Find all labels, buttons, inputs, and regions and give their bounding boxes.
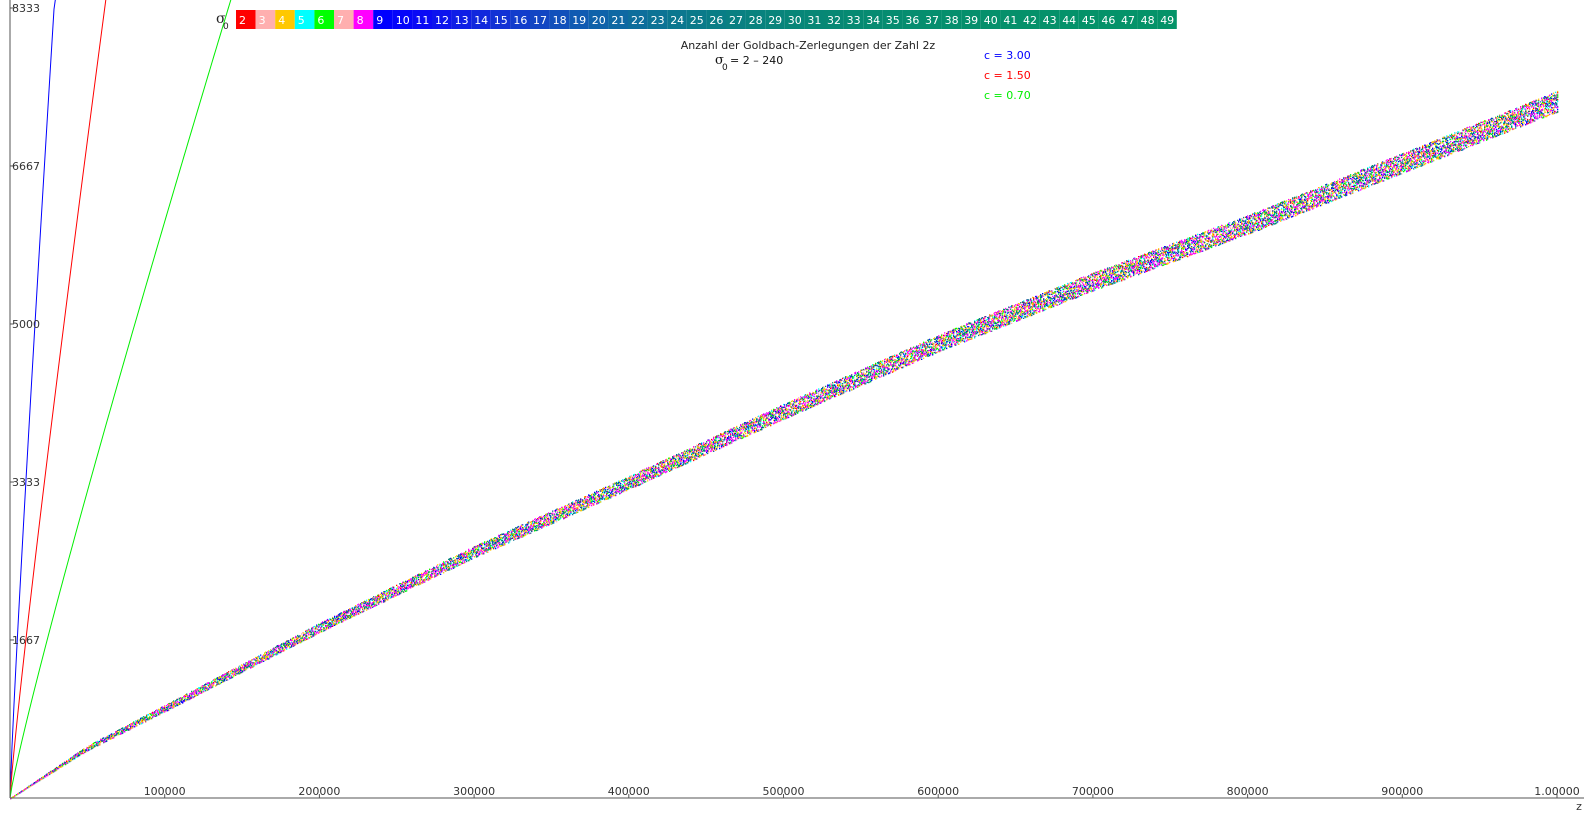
x-tick-label: 500000 xyxy=(763,785,805,798)
color-swatch-label: 37 xyxy=(925,14,939,27)
color-swatch-label: 8 xyxy=(357,14,364,27)
color-swatch-label: 33 xyxy=(847,14,861,27)
x-tick-label: 700000 xyxy=(1072,785,1114,798)
color-swatch-label: 10 xyxy=(396,14,410,27)
y-tick-label: 3333 xyxy=(12,476,40,489)
color-swatch-label: 3 xyxy=(259,14,266,27)
chart-title: Anzahl der Goldbach-Zerlegungen der Zahl… xyxy=(681,39,936,52)
subtitle-range: = 2 – 240 xyxy=(730,54,783,67)
legend-entry: c = 0.70 xyxy=(984,89,1031,102)
color-swatch-label: 12 xyxy=(435,14,449,27)
color-swatch-label: 16 xyxy=(513,14,527,27)
x-tick-label: 800000 xyxy=(1227,785,1269,798)
y-tick-label: 8333 xyxy=(12,2,40,15)
color-swatch-label: 40 xyxy=(984,14,998,27)
color-swatch-label: 48 xyxy=(1141,14,1155,27)
color-swatch-label: 35 xyxy=(886,14,900,27)
color-swatch-label: 43 xyxy=(1043,14,1057,27)
y-tick-label: 6667 xyxy=(12,160,40,173)
y-tick-label: 1667 xyxy=(12,634,40,647)
color-swatch-label: 14 xyxy=(474,14,488,27)
color-swatch-label: 38 xyxy=(945,14,959,27)
color-swatch-label: 47 xyxy=(1121,14,1135,27)
color-swatch-label: 29 xyxy=(768,14,782,27)
color-swatch-label: 28 xyxy=(749,14,763,27)
color-swatch-label: 44 xyxy=(1062,14,1076,27)
goldbach-chart: 16673333500066678333 100000 200000 300000 4… xyxy=(0,0,1592,820)
color-swatch-label: 18 xyxy=(553,14,567,27)
color-swatch-label: 49 xyxy=(1160,14,1174,27)
x-tick-label: 900000 xyxy=(1381,785,1423,798)
x-tick-label: 300000 xyxy=(453,785,495,798)
color-swatch-label: 6 xyxy=(317,14,324,27)
color-swatch-label: 4 xyxy=(278,14,285,27)
color-swatch-label: 19 xyxy=(572,14,586,27)
color-swatch-label: 2 xyxy=(239,14,246,27)
color-swatch-label: 34 xyxy=(866,14,880,27)
color-swatch-label: 39 xyxy=(964,14,978,27)
color-swatch-label: 42 xyxy=(1023,14,1037,27)
color-swatch-label: 17 xyxy=(533,14,547,27)
color-swatch-label: 45 xyxy=(1082,14,1096,27)
color-swatch-label: 23 xyxy=(651,14,665,27)
x-tick-label: 600000 xyxy=(917,785,959,798)
color-swatch-label: 7 xyxy=(337,14,344,27)
color-swatch-label: 24 xyxy=(670,14,684,27)
color-swatch-label: 5 xyxy=(298,14,305,27)
color-swatch-label: 30 xyxy=(788,14,802,27)
color-swatch-label: 31 xyxy=(807,14,821,27)
sigma-color-scale: σ 0 2 3 4 5 6 7 8 9 10 11 12 13 14 15 16 17 18 19 20 21 22 23… xyxy=(216,10,1177,32)
color-swatch-label: 11 xyxy=(415,14,429,27)
color-swatch-label: 27 xyxy=(729,14,743,27)
x-tick-label: 1.00000 xyxy=(1534,785,1580,798)
color-swatch-label: 21 xyxy=(611,14,625,27)
color-swatch-label: 20 xyxy=(592,14,606,27)
x-axis-label: z xyxy=(1576,800,1582,813)
x-tick-label: 200000 xyxy=(298,785,340,798)
color-scale-subscript: 0 xyxy=(223,22,229,32)
subtitle-subscript: 0 xyxy=(722,63,728,73)
legend-entry: c = 1.50 xyxy=(984,69,1031,82)
color-swatch-label: 22 xyxy=(631,14,645,27)
y-tick-label: 5000 xyxy=(12,318,40,331)
x-tick-label: 400000 xyxy=(608,785,650,798)
color-swatch-label: 9 xyxy=(376,14,383,27)
x-tick-label: 100000 xyxy=(144,785,186,798)
color-swatch-label: 32 xyxy=(827,14,841,27)
color-swatch-label: 25 xyxy=(690,14,704,27)
color-swatch-label: 26 xyxy=(709,14,723,27)
legend-entry: c = 3.00 xyxy=(984,49,1031,62)
color-swatch-label: 15 xyxy=(494,14,508,27)
color-swatch-label: 41 xyxy=(1003,14,1017,27)
curve-legend: c = 3.00 c = 1.50 c = 0.70 xyxy=(984,49,1031,102)
color-swatch-label: 46 xyxy=(1101,14,1115,27)
color-swatch-label: 13 xyxy=(455,14,469,27)
color-swatch-label: 36 xyxy=(905,14,919,27)
